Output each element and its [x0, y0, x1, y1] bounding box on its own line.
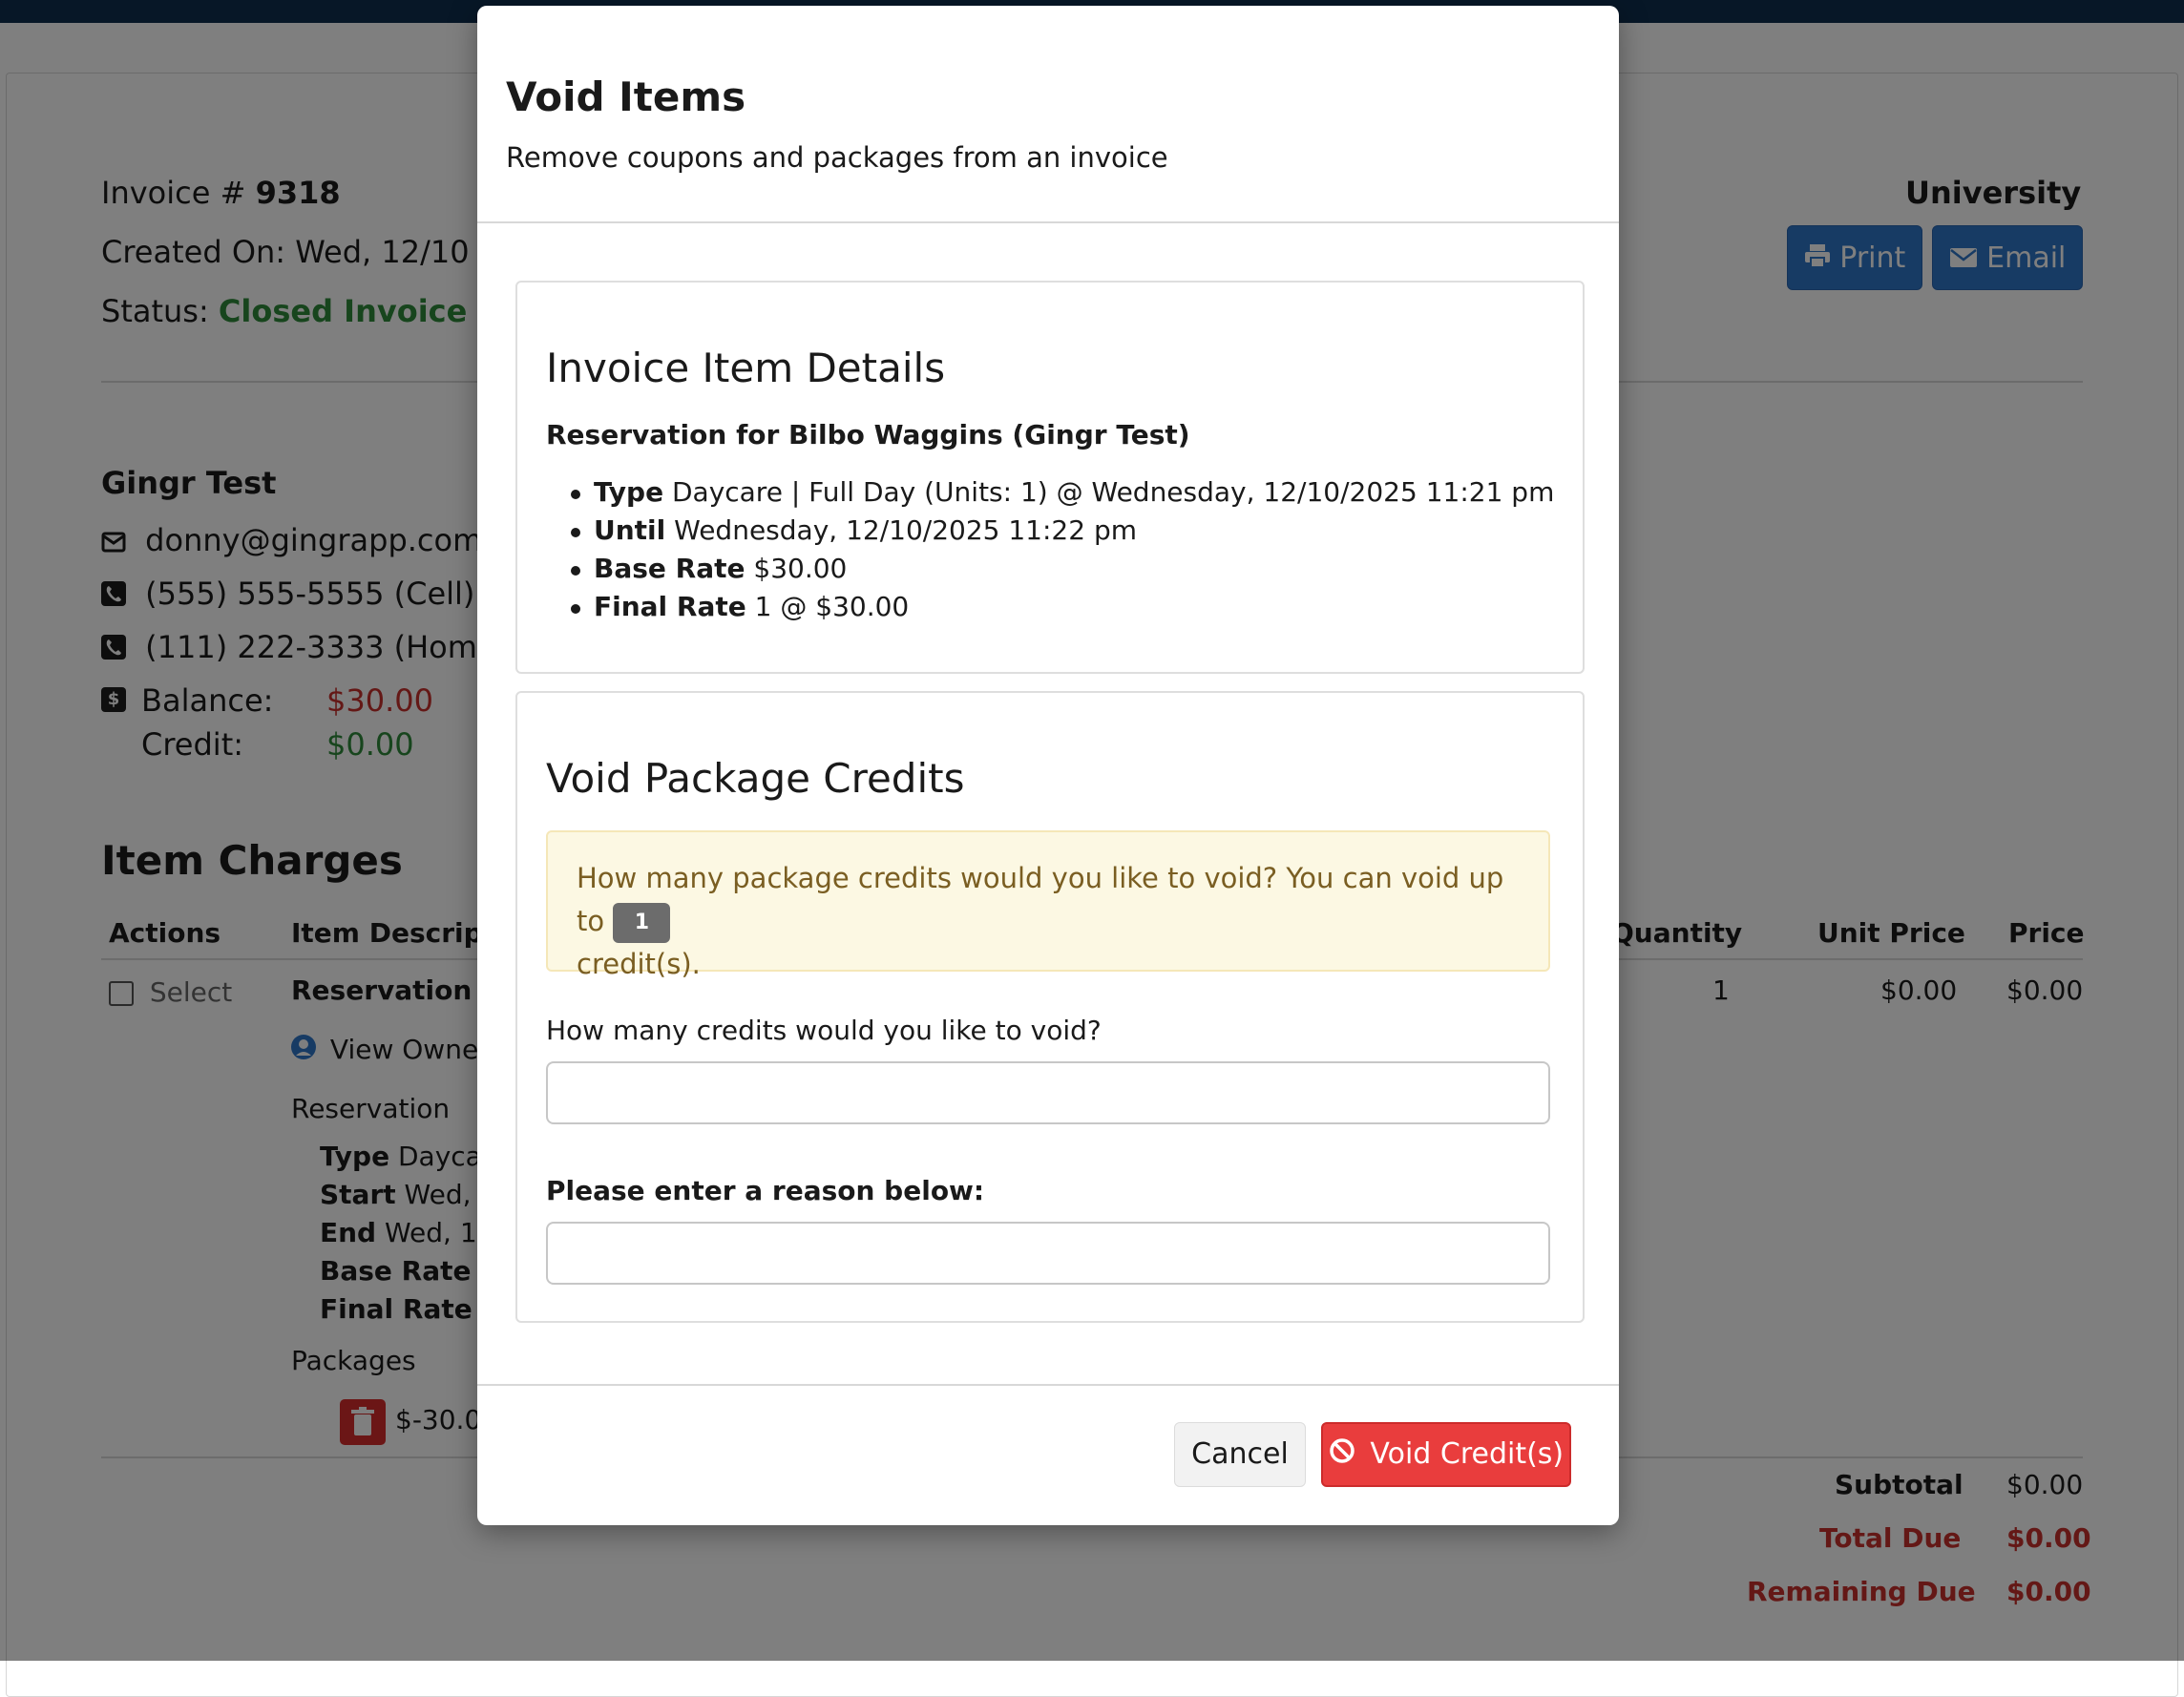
- details-item-final-rate: Final Rate 1 @ $30.00: [517, 588, 1554, 626]
- max-credits-badge: 1: [613, 903, 671, 943]
- void-warning-suffix: credit(s).: [577, 948, 701, 980]
- details-item-label: Type: [594, 476, 664, 508]
- details-reservation: Reservation for Bilbo Waggins (Gingr Tes…: [546, 419, 1190, 450]
- reason-field-label: Please enter a reason below:: [546, 1175, 985, 1206]
- void-warning-text: How many package credits would you like …: [577, 862, 1504, 937]
- credits-input[interactable]: [546, 1061, 1550, 1124]
- details-item-until: Until Wednesday, 12/10/2025 11:22 pm: [517, 512, 1554, 550]
- details-item-value: 1 @ $30.00: [754, 591, 910, 622]
- modal-header-divider: [477, 221, 1619, 223]
- void-warning-alert: How many package credits would you like …: [546, 830, 1550, 980]
- void-credits-button[interactable]: Void Credit(s): [1321, 1422, 1571, 1487]
- details-list: Type Daycare | Full Day (Units: 1) @ Wed…: [517, 473, 1554, 626]
- modal-subtitle: Remove coupons and packages from an invo…: [506, 141, 1168, 174]
- modal-title: Void Items: [506, 73, 746, 120]
- reason-input[interactable]: [546, 1222, 1550, 1285]
- details-item-label: Until: [594, 514, 666, 546]
- ban-icon: [1329, 1425, 1355, 1486]
- void-package-credits-panel: Void Package Credits How many package cr…: [515, 691, 1585, 1323]
- cancel-button[interactable]: Cancel: [1174, 1422, 1306, 1487]
- modal-footer-divider: [477, 1384, 1619, 1386]
- details-item-value: Daycare | Full Day (Units: 1) @ Wednesda…: [671, 476, 1555, 508]
- details-heading: Invoice Item Details: [546, 345, 946, 391]
- credits-field-label: How many credits would you like to void?: [546, 1015, 1102, 1046]
- details-item-base-rate: Base Rate $30.00: [517, 550, 1554, 588]
- invoice-item-details-panel: Invoice Item Details Reservation for Bil…: [515, 281, 1585, 674]
- details-item-label: Base Rate: [594, 553, 746, 584]
- void-credits-label: Void Credit(s): [1370, 1437, 1564, 1471]
- details-item-label: Final Rate: [594, 591, 746, 622]
- details-item-value: $30.00: [753, 553, 848, 584]
- void-items-modal: Void Items Remove coupons and packages f…: [477, 6, 1619, 1525]
- details-item-value: Wednesday, 12/10/2025 11:22 pm: [674, 514, 1137, 546]
- void-heading: Void Package Credits: [546, 755, 965, 802]
- details-item-type: Type Daycare | Full Day (Units: 1) @ Wed…: [517, 473, 1554, 512]
